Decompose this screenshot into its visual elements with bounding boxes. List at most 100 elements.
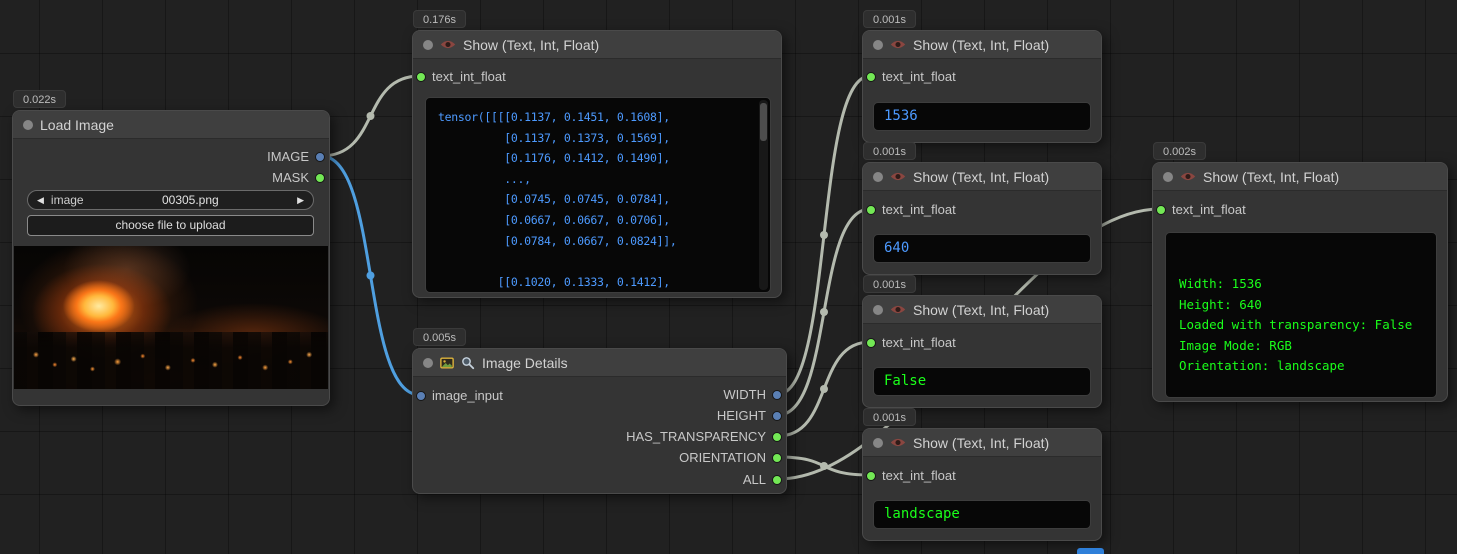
output-label: IMAGE — [267, 147, 309, 167]
node-show-transparency[interactable]: 0.001s Show (Text, Int, Float) text_int_… — [862, 295, 1102, 408]
collapse-dot-icon[interactable] — [873, 438, 883, 448]
output-label: HEIGHT — [717, 406, 766, 426]
details-output-text: Width: 1536 Height: 640 Loaded with tran… — [1166, 233, 1436, 377]
collapse-dot-icon[interactable] — [423, 358, 433, 368]
choose-file-button[interactable]: choose file to upload — [27, 215, 314, 236]
output-label: HAS_TRANSPARENCY — [626, 427, 766, 447]
input-port-text-int-float[interactable] — [416, 72, 426, 82]
node-title-bar[interactable]: Load Image — [13, 111, 329, 139]
node-title-bar[interactable]: Show (Text, Int, Float) — [1153, 163, 1447, 191]
input-label: text_int_float — [882, 202, 956, 217]
scrollbar-thumb[interactable] — [760, 103, 767, 141]
node-title-bar[interactable]: Show (Text, Int, Float) — [863, 31, 1101, 59]
execution-time-badge: 0.002s — [1153, 142, 1206, 160]
collapse-dot-icon[interactable] — [23, 120, 33, 130]
details-output-box[interactable]: Width: 1536 Height: 640 Loaded with tran… — [1165, 232, 1437, 398]
node-title-text: Load Image — [40, 117, 114, 133]
node-title-bar[interactable]: Show (Text, Int, Float) — [863, 296, 1101, 324]
offscreen-node-edge[interactable] — [1077, 548, 1104, 554]
node-title-text: Show (Text, Int, Float) — [463, 37, 599, 53]
input-port-text-int-float[interactable] — [866, 471, 876, 481]
city-lights — [14, 246, 328, 389]
node-title-text: Image Details — [482, 355, 568, 371]
execution-time-badge: 0.001s — [863, 275, 916, 293]
node-show-width[interactable]: 0.001s Show (Text, Int, Float) text_int_… — [862, 30, 1102, 143]
eye-icon — [890, 39, 906, 50]
combo-name: image — [51, 193, 84, 207]
node-title-bar[interactable]: Image Details — [413, 349, 786, 377]
execution-time-badge: 0.001s — [863, 408, 916, 426]
execution-time-badge: 0.001s — [863, 10, 916, 28]
input-label: text_int_float — [882, 468, 956, 483]
input-slot-text-int-float: text_int_float — [863, 466, 1101, 486]
output-slot-has-transparency: HAS_TRANSPARENCY — [413, 427, 786, 447]
execution-time-badge: 0.005s — [413, 328, 466, 346]
node-title-text: Show (Text, Int, Float) — [913, 169, 1049, 185]
eye-icon — [890, 437, 906, 448]
input-label: text_int_float — [882, 335, 956, 350]
output-port-all[interactable] — [772, 475, 782, 485]
output-slot-orientation: ORIENTATION — [413, 448, 786, 468]
collapse-dot-icon[interactable] — [1163, 172, 1173, 182]
value-display[interactable]: 640 — [873, 234, 1091, 263]
node-title-text: Show (Text, Int, Float) — [913, 302, 1049, 318]
node-show-all[interactable]: 0.002s Show (Text, Int, Float) text_int_… — [1152, 162, 1448, 402]
combo-next-icon[interactable]: ▶ — [297, 195, 304, 206]
input-label: text_int_float — [1172, 202, 1246, 217]
node-title-text: Show (Text, Int, Float) — [913, 37, 1049, 53]
output-slot-all: ALL — [413, 470, 786, 490]
input-port-text-int-float[interactable] — [1156, 205, 1166, 215]
output-port-height[interactable] — [772, 411, 782, 421]
output-label: WIDTH — [723, 385, 766, 405]
combo-prev-icon[interactable]: ◀ — [37, 195, 44, 206]
node-title-text: Show (Text, Int, Float) — [1203, 169, 1339, 185]
collapse-dot-icon[interactable] — [423, 40, 433, 50]
input-port-text-int-float[interactable] — [866, 72, 876, 82]
input-label: text_int_float — [882, 69, 956, 84]
eye-icon — [1180, 171, 1196, 182]
execution-time-badge: 0.176s — [413, 10, 466, 28]
node-title-text: Show (Text, Int, Float) — [913, 435, 1049, 451]
tensor-output-text: tensor([[[[0.1137, 0.1451, 0.1608], [0.1… — [426, 98, 770, 293]
output-port-mask[interactable] — [315, 173, 325, 183]
node-show-tensor[interactable]: 0.176s Show (Text, Int, Float) text_int_… — [412, 30, 782, 298]
input-port-text-int-float[interactable] — [866, 205, 876, 215]
image-preview — [14, 246, 328, 389]
collapse-dot-icon[interactable] — [873, 40, 883, 50]
node-image-details[interactable]: 0.005s Image Details image_input WIDTH H… — [412, 348, 787, 494]
input-port-text-int-float[interactable] — [866, 338, 876, 348]
input-label: text_int_float — [432, 69, 506, 84]
tensor-output-box[interactable]: tensor([[[[0.1137, 0.1451, 0.1608], [0.1… — [425, 97, 771, 293]
output-port-has-transparency[interactable] — [772, 432, 782, 442]
node-show-orientation[interactable]: 0.001s Show (Text, Int, Float) text_int_… — [862, 428, 1102, 541]
collapse-dot-icon[interactable] — [873, 305, 883, 315]
combo-value: 00305.png — [84, 193, 297, 207]
output-label: ALL — [743, 470, 766, 490]
input-slot-text-int-float: text_int_float — [863, 200, 1101, 220]
input-slot-text-int-float: text_int_float — [863, 333, 1101, 353]
node-load-image[interactable]: 0.022s Load Image IMAGE MASK ◀ image 003… — [12, 110, 330, 406]
execution-time-badge: 0.001s — [863, 142, 916, 160]
scrollbar-track[interactable] — [759, 100, 768, 290]
output-slot-mask: MASK — [13, 168, 329, 188]
output-port-orientation[interactable] — [772, 453, 782, 463]
node-title-bar[interactable]: Show (Text, Int, Float) — [863, 163, 1101, 191]
execution-time-badge: 0.022s — [13, 90, 66, 108]
node-title-bar[interactable]: Show (Text, Int, Float) — [863, 429, 1101, 457]
value-display[interactable]: landscape — [873, 500, 1091, 529]
value-display[interactable]: False — [873, 367, 1091, 396]
collapse-dot-icon[interactable] — [873, 172, 883, 182]
input-slot-text-int-float: text_int_float — [1153, 200, 1447, 220]
node-show-height[interactable]: 0.001s Show (Text, Int, Float) text_int_… — [862, 162, 1102, 275]
eye-icon — [440, 39, 456, 50]
input-slot-text-int-float: text_int_float — [863, 67, 1101, 87]
node-title-bar[interactable]: Show (Text, Int, Float) — [413, 31, 781, 59]
image-filename-combo[interactable]: ◀ image 00305.png ▶ — [27, 190, 314, 210]
output-port-image[interactable] — [315, 152, 325, 162]
output-port-width[interactable] — [772, 390, 782, 400]
value-display[interactable]: 1536 — [873, 102, 1091, 131]
eye-icon — [890, 304, 906, 315]
magnifier-icon — [461, 356, 475, 370]
output-label: MASK — [272, 168, 309, 188]
input-slot-text-int-float: text_int_float — [413, 67, 781, 87]
